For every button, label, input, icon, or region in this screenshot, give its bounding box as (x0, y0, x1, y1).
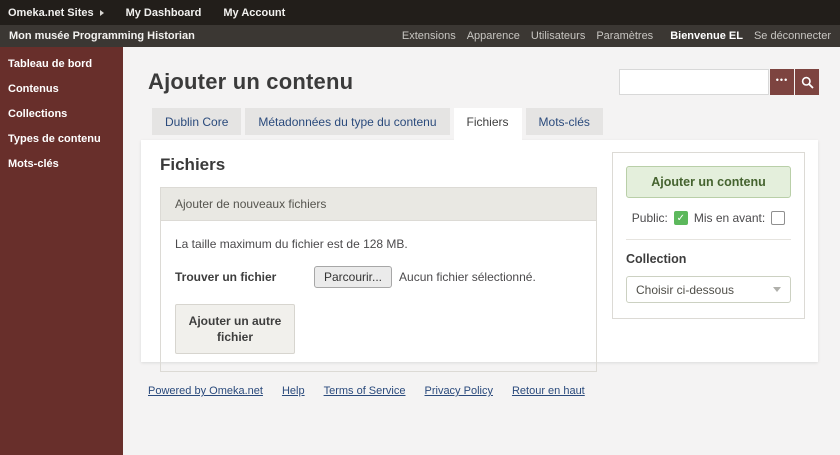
site-title: Mon musée Programming Historian (9, 30, 195, 42)
collection-label: Collection (626, 252, 687, 266)
welcome-user: Bienvenue EL (670, 30, 743, 42)
tab-dublin-core[interactable]: Dublin Core (152, 108, 242, 135)
public-label: Public: (631, 211, 668, 225)
collection-select[interactable]: Choisir ci-dessous (626, 276, 791, 303)
nav-extensions[interactable]: Extensions (402, 30, 456, 42)
add-files-box-body: La taille maximum du fichier est de 128 … (161, 221, 596, 371)
page-title: Ajouter un contenu (148, 69, 354, 94)
footer-back-to-top[interactable]: Retour en haut (512, 385, 585, 397)
topbar-my-account[interactable]: My Account (223, 7, 285, 19)
section-title: Fichiers (160, 155, 226, 174)
search-input[interactable] (619, 69, 769, 95)
tab-fichiers[interactable]: Fichiers (453, 108, 522, 147)
browse-button[interactable]: Parcourir... (314, 266, 393, 288)
find-file-row: Trouver un fichier Parcourir... Aucun fi… (175, 266, 582, 288)
nav-utilisateurs[interactable]: Utilisateurs (531, 30, 585, 42)
topbar-my-dashboard[interactable]: My Dashboard (126, 7, 202, 19)
search-options-button[interactable]: ••• (770, 69, 794, 95)
featured-checkbox[interactable] (771, 211, 786, 225)
collection-select-value: Choisir ci-dessous (636, 282, 735, 297)
search-bar: ••• (619, 69, 819, 95)
max-file-size-text: La taille maximum du fichier est de 128 … (175, 237, 408, 251)
site-navbar: Mon musée Programming Historian Extensio… (0, 25, 840, 47)
logout-link[interactable]: Se déconnecter (754, 30, 831, 42)
tab-metadonnees[interactable]: Métadonnées du type du contenu (245, 108, 450, 135)
find-file-label: Trouver un fichier (175, 270, 277, 284)
public-checkbox[interactable]: ✓ (673, 211, 688, 225)
more-options-icon: ••• (775, 74, 789, 85)
search-icon (801, 76, 814, 89)
nav-parametres[interactable]: Paramètres (596, 30, 653, 42)
content-tabs: Dublin Core Métadonnées du type du conte… (123, 108, 840, 147)
footer-help[interactable]: Help (282, 385, 305, 397)
add-files-box-header: Ajouter de nouveaux fichiers (161, 188, 596, 221)
chevron-down-icon (773, 287, 781, 292)
files-section: Fichiers Ajouter de nouveaux fichiers La… (141, 140, 597, 373)
topbar-omeka-sites[interactable]: Omeka.net Sites (8, 7, 104, 19)
topbar-omeka-sites-label: Omeka.net Sites (8, 6, 94, 19)
navbar-links: Extensions Apparence Utilisateurs Paramè… (402, 30, 831, 42)
add-files-box: Ajouter de nouveaux fichiers La taille m… (160, 187, 597, 373)
tab-content-panel: Fichiers Ajouter de nouveaux fichiers La… (141, 140, 818, 373)
page-header: Ajouter un contenu ••• (123, 47, 840, 108)
save-panel: Ajouter un contenu Public: ✓ Mis en avan… (612, 152, 805, 319)
admin-topbar: Omeka.net Sites My Dashboard My Account (0, 0, 840, 25)
footer-privacy[interactable]: Privacy Policy (425, 385, 493, 397)
checkmark-icon: ✓ (676, 212, 686, 224)
footer-powered-by[interactable]: Powered by Omeka.net (148, 385, 263, 397)
footer-terms[interactable]: Terms of Service (324, 385, 406, 397)
sidebar: Tableau de bord Contenus Collections Typ… (0, 47, 123, 455)
visibility-options: Public: ✓ Mis en avant: (626, 211, 791, 225)
sidebar-item-tableau-de-bord[interactable]: Tableau de bord (0, 52, 123, 77)
caret-right-icon (99, 9, 104, 16)
sidebar-item-mots-cles[interactable]: Mots-clés (0, 152, 123, 177)
sidebar-item-types-de-contenu[interactable]: Types de contenu (0, 127, 123, 152)
sidebar-item-contenus[interactable]: Contenus (0, 77, 123, 102)
add-content-submit-button[interactable]: Ajouter un contenu (626, 166, 791, 198)
panel-divider (626, 239, 791, 240)
add-another-file-button[interactable]: Ajouter un autre fichier (175, 304, 295, 355)
sidebar-item-collections[interactable]: Collections (0, 102, 123, 127)
nav-apparence[interactable]: Apparence (467, 30, 520, 42)
tab-mots-cles[interactable]: Mots-clés (525, 108, 603, 135)
search-submit-button[interactable] (795, 69, 819, 95)
main-content: Ajouter un contenu ••• Dublin Core Métad… (123, 47, 840, 397)
no-file-selected-text: Aucun fichier sélectionné. (399, 270, 536, 284)
featured-label: Mis en avant: (693, 211, 766, 225)
